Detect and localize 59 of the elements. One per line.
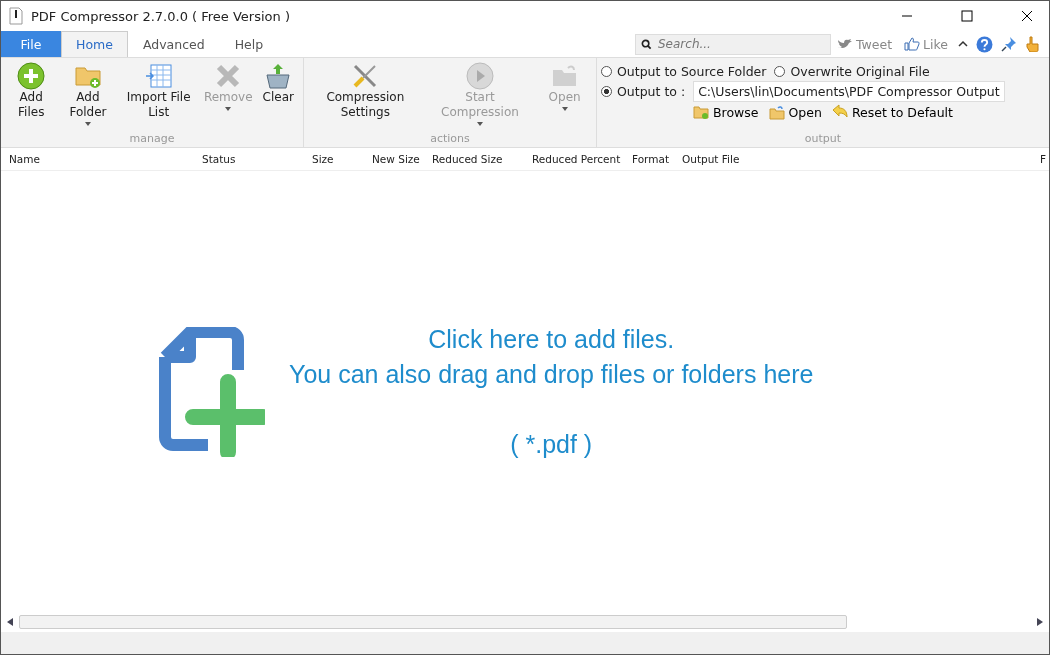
document-icon (9, 7, 23, 25)
column-header[interactable]: Output File (682, 153, 1040, 165)
ribbon-button[interactable]: Compression Settings (314, 58, 417, 120)
link-button[interactable]: Reset to Default (829, 104, 955, 120)
pointing-hand-icon[interactable] (1025, 36, 1039, 52)
column-header[interactable]: Format (632, 153, 682, 165)
radio-option[interactable]: Output to : (601, 84, 686, 99)
ribbon-tab[interactable]: File (1, 31, 61, 57)
radio-option[interactable]: Output to Source Folder (601, 64, 767, 79)
pin-icon[interactable] (1001, 36, 1017, 52)
radio-option[interactable]: Overwrite Original File (774, 64, 930, 79)
ribbon-tab[interactable]: Home (61, 31, 128, 57)
basket-icon (264, 62, 293, 90)
grid-list-icon (144, 62, 173, 90)
maximize-icon[interactable] (961, 10, 973, 22)
scrollbar-thumb[interactable] (19, 615, 847, 629)
group-label: actions (430, 132, 470, 147)
folder-plus-icon (693, 104, 709, 120)
column-header[interactable]: Status (202, 153, 312, 165)
thumbs-up-icon (904, 37, 921, 51)
caret-icon (225, 107, 232, 111)
caret-icon (476, 122, 483, 126)
group-label: manage (129, 132, 175, 147)
caret-icon (84, 122, 91, 126)
ribbon-tab[interactable]: Advanced (127, 31, 220, 57)
file-filter: ( *.pdf ) (510, 428, 593, 460)
plus-circle-icon (17, 62, 46, 90)
scroll-right-icon[interactable] (1037, 618, 1043, 626)
social-button[interactable]: Tweet (831, 36, 899, 52)
column-header[interactable]: New Size (372, 153, 432, 165)
caret-icon (561, 107, 568, 111)
collapse-icon[interactable] (958, 40, 968, 48)
group-label: output (804, 132, 842, 147)
window-title: PDF Compressor 2.7.0.0 ( Free Version ) (31, 8, 290, 24)
close-icon[interactable] (1021, 10, 1033, 22)
ribbon-button[interactable]: Clear (257, 58, 299, 105)
ribbon-button[interactable]: Add Files (5, 58, 58, 120)
column-header[interactable]: Reduced Percent (532, 153, 632, 165)
column-header[interactable]: Reduced Size (432, 153, 532, 165)
return-arrow-icon (831, 104, 848, 120)
link-button[interactable]: Open (766, 104, 824, 120)
drop-instruction: You can also drag and drop files or folders here (289, 358, 814, 390)
drop-zone[interactable]: Click here to add files. You can also drag and drop files or folders here ( *.pdf ) (1, 171, 1049, 612)
output-path-field[interactable]: C:\Users\lin\Documents\PDF Compressor Output (693, 81, 1005, 102)
social-button[interactable]: Like (898, 36, 954, 52)
help-icon[interactable] (976, 35, 993, 53)
folder-icon (768, 104, 785, 120)
play-circle-icon (465, 62, 494, 90)
search-field[interactable]: Search... (635, 33, 831, 55)
bird-icon (837, 37, 853, 51)
scroll-left-icon[interactable] (7, 618, 13, 626)
ribbon-tab[interactable]: Help (219, 31, 279, 57)
column-header[interactable]: F (1040, 153, 1047, 165)
column-header[interactable]: Size (312, 153, 372, 165)
link-button[interactable]: Browse (691, 104, 761, 120)
drop-instruction: Click here to add files. (428, 323, 675, 355)
ribbon-button[interactable]: Import File List (118, 58, 199, 120)
ribbon-button[interactable]: Add Folder (57, 58, 119, 126)
column-header[interactable]: Name (9, 153, 202, 165)
